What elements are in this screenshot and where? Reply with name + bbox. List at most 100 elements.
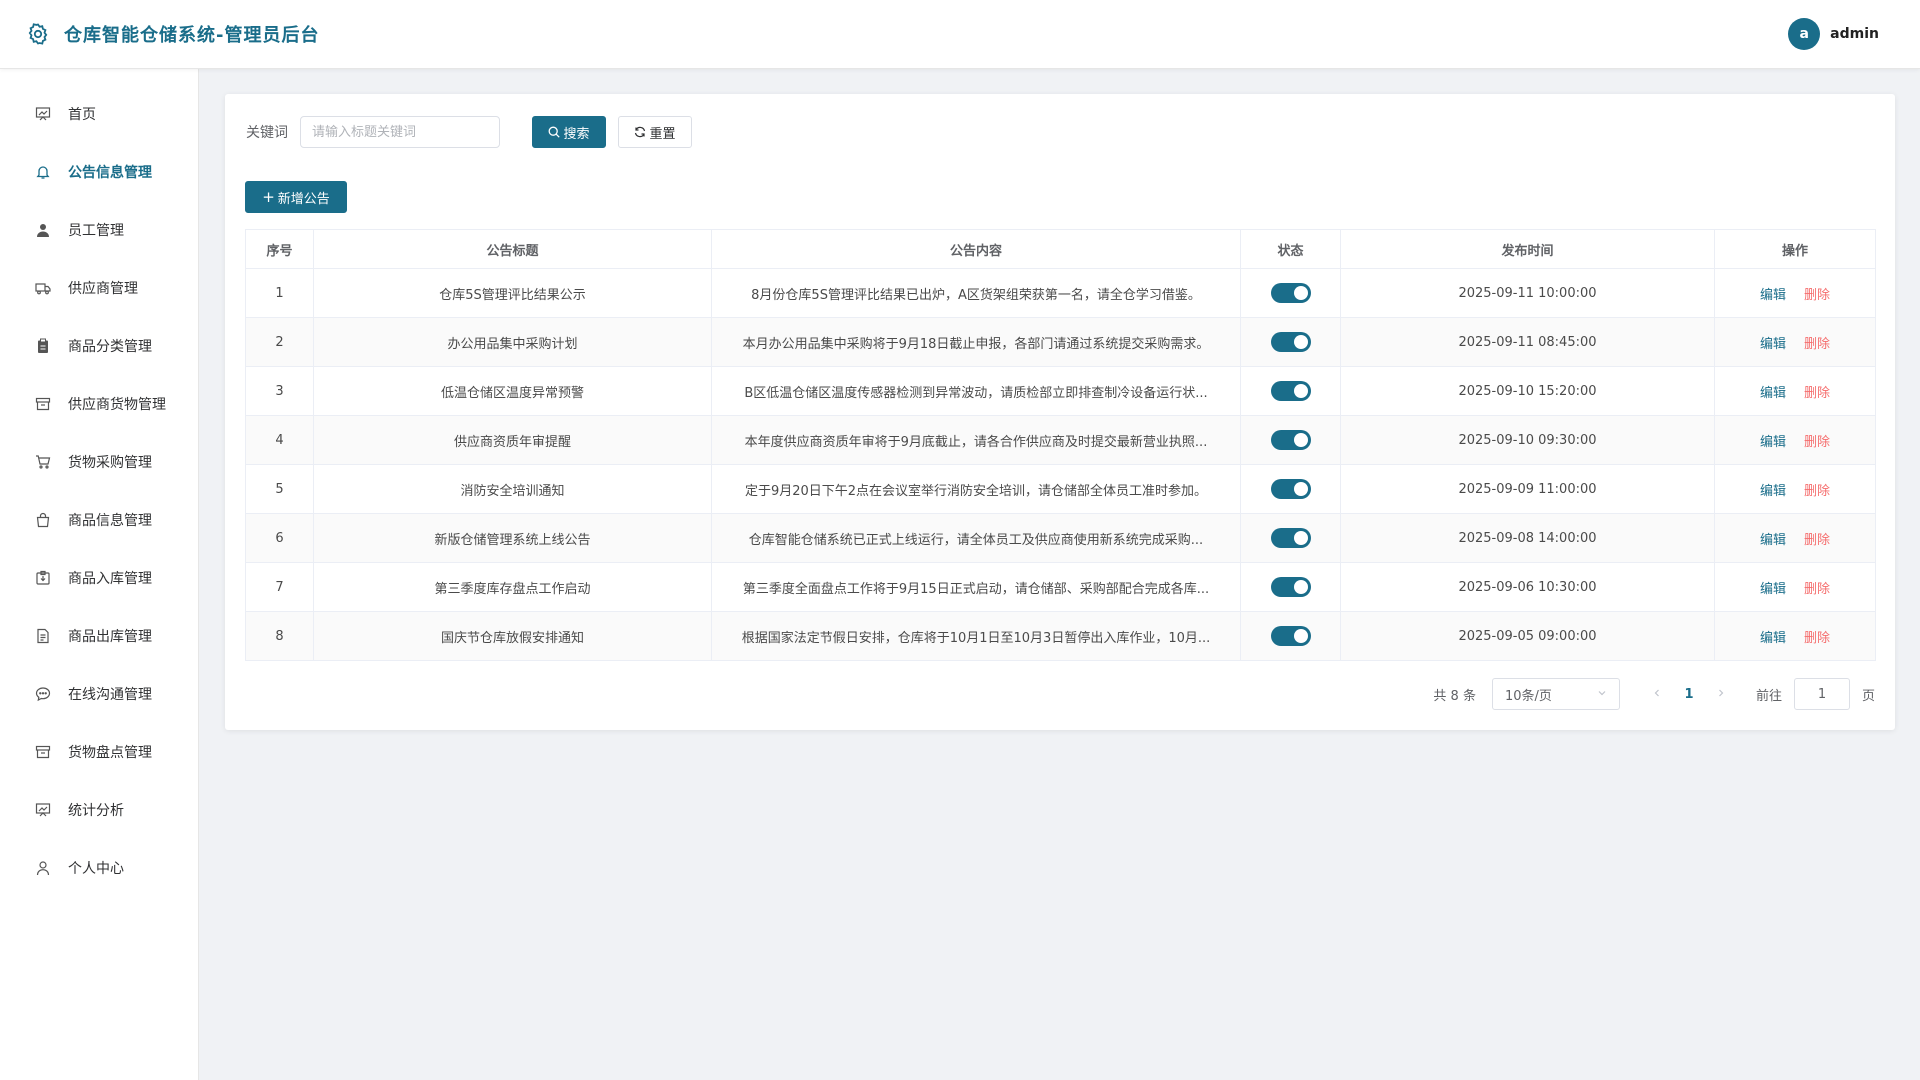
bell-icon [34,163,52,181]
cell-status [1240,464,1341,514]
status-toggle[interactable] [1270,528,1311,548]
status-toggle[interactable] [1270,626,1311,646]
sidebar-item-bell[interactable]: 公告信息管理 [0,143,198,201]
page-size-value: 10条/页 [1504,688,1552,704]
sidebar-item-document[interactable]: 商品出库管理 [0,607,198,665]
sidebar-item-inbox[interactable]: 商品入库管理 [0,549,198,607]
status-toggle[interactable] [1270,577,1311,597]
search-button[interactable]: 搜索 [532,116,606,148]
status-toggle[interactable] [1270,430,1311,450]
username[interactable]: admin [1830,26,1879,42]
main-card: 关键词 搜索 重置 + 新增公告 序号 公告标题 公告内容 状态 发布时间 操作 [225,94,1895,730]
cell-content: 第三季度全面盘点工作将于9月15日正式启动，请仓储部、采购部配合完成各库... [711,562,1241,612]
cell-title: 仓库5S管理评比结果公示 [313,268,712,318]
col-header-title: 公告标题 [313,229,712,269]
sidebar-item-label: 商品出库管理 [68,629,152,645]
cell-status [1240,562,1341,612]
cell-title: 供应商资质年审提醒 [313,415,712,465]
app-title: 仓库智能仓储系统-管理员后台 [64,25,320,46]
status-toggle[interactable] [1270,381,1311,401]
cell-time: 2025-09-10 09:30:00 [1340,415,1715,465]
sidebar-item-label: 商品信息管理 [68,513,152,529]
edit-button[interactable]: 编辑 [1760,337,1786,352]
sidebar-item-chat[interactable]: 在线沟通管理 [0,665,198,723]
chevron-left-icon [1654,689,1659,696]
bag-icon [34,511,52,529]
person-icon [34,859,52,877]
edit-button[interactable]: 编辑 [1760,631,1786,646]
sidebar-item-chart[interactable]: 统计分析 [0,781,198,839]
status-toggle[interactable] [1270,479,1311,499]
add-notice-button[interactable]: + 新增公告 [245,181,347,213]
box-icon [34,395,52,413]
goto-page-input[interactable] [1793,678,1850,710]
keyword-input[interactable] [300,116,500,148]
cell-title: 新版仓储管理系统上线公告 [313,513,712,563]
page-number-1[interactable]: 1 [1670,687,1708,702]
cell-status [1240,317,1341,367]
delete-button[interactable]: 删除 [1804,288,1830,303]
notice-table: 序号 公告标题 公告内容 状态 发布时间 操作 1 仓库5S管理评比结果公示 8月份… [245,229,1876,661]
sidebar-item-bag[interactable]: 商品信息管理 [0,491,198,549]
sidebar-item-dashboard[interactable]: 首页 [0,85,198,143]
cell-content: 本年度供应商资质年审将于9月底截止，请各合作供应商及时提交最新营业执照... [711,415,1241,465]
table-row: 8 国庆节仓库放假安排通知 根据国家法定节假日安排，仓库将于10月1日至10月3日暂… [245,611,1876,661]
sidebar-item-truck[interactable]: 供应商管理 [0,259,198,317]
table-header-row: 序号 公告标题 公告内容 状态 发布时间 操作 [245,229,1876,269]
archive-icon [34,743,52,761]
delete-button[interactable]: 删除 [1804,337,1830,352]
edit-button[interactable]: 编辑 [1760,435,1786,450]
chevron-down-icon [1597,687,1607,702]
delete-button[interactable]: 删除 [1804,533,1830,548]
cell-title: 低温仓储区温度异常预警 [313,366,712,416]
cell-content: 根据国家法定节假日安排，仓库将于10月1日至10月3日暂停出入库作业，10月..… [711,611,1241,661]
inbox-icon [34,569,52,587]
cell-actions: 编辑 删除 [1714,513,1876,563]
goto-label: 前往 [1755,688,1782,704]
col-header-actions: 操作 [1714,229,1876,269]
edit-button[interactable]: 编辑 [1760,533,1786,548]
cell-time: 2025-09-09 11:00:00 [1340,464,1715,514]
edit-button[interactable]: 编辑 [1760,288,1786,303]
sidebar-item-box[interactable]: 供应商货物管理 [0,375,198,433]
next-page-button[interactable] [1708,687,1734,702]
status-toggle[interactable] [1270,283,1311,303]
edit-button[interactable]: 编辑 [1760,582,1786,597]
prev-page-button[interactable] [1644,687,1670,702]
cell-content: 本月办公用品集中采购将于9月18日截止申报，各部门请通过系统提交采购需求。 [711,317,1241,367]
sidebar-item-person[interactable]: 个人中心 [0,839,198,897]
user-menu[interactable]: a admin [1788,18,1879,50]
edit-button[interactable]: 编辑 [1760,484,1786,499]
avatar[interactable]: a [1788,18,1821,50]
chat-icon [34,685,52,703]
sidebar-item-user[interactable]: 员工管理 [0,201,198,259]
page-size-select[interactable]: 10条/页 [1491,678,1620,710]
pagination-total: 共 8 条 [1433,688,1476,704]
sidebar-item-cart[interactable]: 货物采购管理 [0,433,198,491]
sidebar-item-clipboard[interactable]: 商品分类管理 [0,317,198,375]
cell-no: 6 [245,513,314,563]
sidebar-item-label: 供应商货物管理 [68,397,166,413]
reset-button[interactable]: 重置 [618,116,692,148]
cell-time: 2025-09-11 08:45:00 [1340,317,1715,367]
delete-button[interactable]: 删除 [1804,582,1830,597]
table-row: 1 仓库5S管理评比结果公示 8月份仓库5S管理评比结果已出炉，A区货架组荣获第一名… [245,268,1876,318]
cell-status [1240,611,1341,661]
dashboard-icon [34,105,52,123]
delete-button[interactable]: 删除 [1804,631,1830,646]
sidebar-item-label: 商品入库管理 [68,571,152,587]
status-toggle[interactable] [1270,332,1311,352]
sidebar-item-label: 供应商管理 [68,281,138,297]
reset-button-label: 重置 [649,126,676,142]
delete-button[interactable]: 删除 [1804,386,1830,401]
keyword-label: 关键词 [246,125,288,141]
clipboard-icon [34,337,52,355]
col-header-no: 序号 [245,229,314,269]
edit-button[interactable]: 编辑 [1760,386,1786,401]
sidebar-item-archive[interactable]: 货物盘点管理 [0,723,198,781]
table-row: 2 办公用品集中采购计划 本月办公用品集中采购将于9月18日截止申报，各部门请通过系… [245,317,1876,367]
col-header-time: 发布时间 [1340,229,1715,269]
delete-button[interactable]: 删除 [1804,435,1830,450]
cell-no: 1 [245,268,314,318]
delete-button[interactable]: 删除 [1804,484,1830,499]
